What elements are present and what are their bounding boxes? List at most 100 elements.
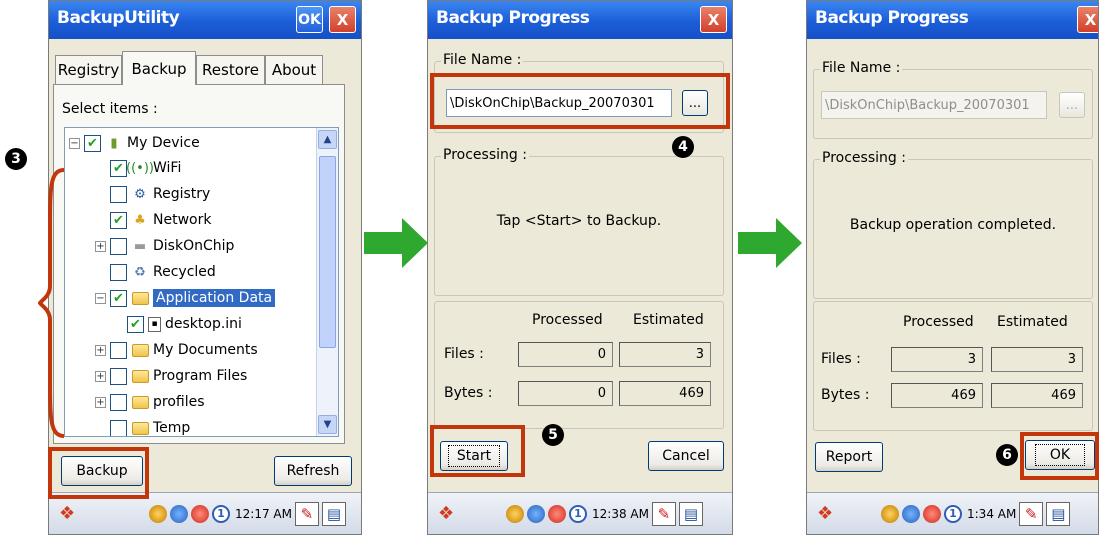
checkbox-checked[interactable]: ✔ bbox=[110, 211, 127, 229]
ok-title-button[interactable]: OK bbox=[296, 6, 323, 33]
input-panel-icon[interactable]: ✎ bbox=[1019, 502, 1044, 526]
tree-item[interactable]: ♻ Recycled bbox=[110, 259, 216, 285]
title-bar: Backup Progress X bbox=[807, 1, 1098, 39]
tree-item-label: My Documents bbox=[153, 342, 258, 358]
tree-item-label: Registry bbox=[153, 186, 211, 202]
close-button[interactable]: X bbox=[329, 6, 356, 33]
tab-about[interactable]: About bbox=[265, 55, 323, 84]
connection-icon[interactable] bbox=[902, 505, 920, 523]
notification-icon[interactable]: 1 bbox=[944, 505, 962, 523]
close-button[interactable]: X bbox=[1077, 6, 1098, 33]
backup-button-highlight bbox=[48, 447, 149, 499]
files-label: Files : bbox=[821, 351, 861, 367]
file-name-input: \DiskOnChip\Backup_20070301 bbox=[821, 91, 1047, 119]
tree-scrollbar[interactable]: ▲ ▼ bbox=[316, 128, 338, 436]
browse-button: ... bbox=[1059, 92, 1085, 118]
expand-icon[interactable]: + bbox=[95, 240, 106, 252]
tab-restore[interactable]: Restore bbox=[196, 55, 265, 84]
tree-item-label: WiFi bbox=[153, 160, 182, 176]
tree-item[interactable]: ⚙ Registry bbox=[110, 181, 210, 207]
clock[interactable]: 1:34 AM bbox=[967, 507, 1016, 521]
scroll-thumb[interactable] bbox=[319, 156, 336, 348]
tree-item[interactable]: + profiles bbox=[95, 389, 205, 415]
collapse-icon[interactable]: − bbox=[69, 137, 80, 149]
scroll-up-icon[interactable]: ▲ bbox=[318, 130, 337, 149]
start-icon[interactable]: ❖ bbox=[438, 503, 454, 524]
tree-item[interactable]: ✔ ▪ desktop.ini bbox=[127, 311, 242, 337]
step-6-marker: 6 bbox=[996, 444, 1018, 466]
status-icon[interactable] bbox=[191, 505, 209, 523]
start-icon[interactable]: ❖ bbox=[59, 503, 75, 524]
folder-icon bbox=[131, 420, 149, 436]
tab-backup[interactable]: Backup bbox=[122, 51, 196, 85]
tree-item[interactable]: ✔ ((•)) WiFi bbox=[110, 155, 181, 181]
folder-icon bbox=[131, 290, 149, 306]
connection-icon[interactable] bbox=[170, 505, 188, 523]
files-processed-value: 3 bbox=[891, 347, 983, 372]
tree-item-label: desktop.ini bbox=[165, 316, 242, 332]
tree-item-label: DiskOnChip bbox=[153, 238, 235, 254]
power-icon[interactable] bbox=[881, 505, 899, 523]
status-icon[interactable] bbox=[923, 505, 941, 523]
checkbox[interactable] bbox=[110, 263, 127, 281]
select-items-label: Select items : bbox=[62, 101, 158, 117]
clock[interactable]: 12:38 AM bbox=[592, 507, 649, 521]
tree-item-label: Network bbox=[153, 212, 212, 228]
connection-icon[interactable] bbox=[527, 505, 545, 523]
tree-item-label: profiles bbox=[153, 394, 205, 410]
tree-item[interactable]: ✔ ♣ Network bbox=[110, 207, 211, 233]
tree-item[interactable]: − ✔ ▮ My Device bbox=[69, 130, 200, 156]
file-name-label: File Name : bbox=[441, 52, 524, 68]
expand-icon[interactable]: + bbox=[95, 344, 106, 356]
notification-icon[interactable]: 1 bbox=[212, 505, 230, 523]
cancel-button[interactable]: Cancel bbox=[648, 441, 724, 471]
disk-icon: ▬ bbox=[133, 238, 147, 254]
desktop-icon[interactable]: ▤ bbox=[1046, 502, 1071, 526]
tree-item[interactable]: + ▬ DiskOnChip bbox=[95, 233, 234, 259]
power-icon[interactable] bbox=[506, 505, 524, 523]
checkbox-checked[interactable]: ✔ bbox=[84, 134, 101, 152]
power-icon[interactable] bbox=[149, 505, 167, 523]
item-tree[interactable]: − ✔ ▮ My Device ✔ ((•)) WiFi ⚙ Registry … bbox=[64, 127, 339, 437]
tree-item[interactable]: Temp bbox=[110, 415, 190, 436]
file-name-highlight bbox=[430, 73, 730, 129]
clock[interactable]: 12:17 AM bbox=[235, 507, 292, 521]
tab-registry[interactable]: Registry bbox=[55, 55, 122, 84]
checkbox[interactable] bbox=[110, 393, 127, 411]
desktop-icon[interactable]: ▤ bbox=[321, 502, 346, 526]
report-button[interactable]: Report bbox=[815, 442, 883, 472]
close-button[interactable]: X bbox=[700, 6, 727, 33]
tree-item-label: Recycled bbox=[153, 264, 216, 280]
tree-item-label: Application Data bbox=[153, 289, 276, 307]
notification-icon[interactable]: 1 bbox=[569, 505, 587, 523]
files-label: Files : bbox=[444, 346, 484, 362]
checkbox-checked[interactable]: ✔ bbox=[110, 159, 127, 177]
tree-item[interactable]: + My Documents bbox=[95, 337, 258, 363]
checkbox-checked[interactable]: ✔ bbox=[127, 315, 144, 333]
collapse-icon[interactable]: − bbox=[95, 292, 106, 304]
checkbox-checked[interactable]: ✔ bbox=[110, 289, 127, 307]
expand-icon[interactable]: + bbox=[95, 370, 106, 382]
expand-icon[interactable]: + bbox=[95, 396, 106, 408]
start-icon[interactable]: ❖ bbox=[817, 503, 833, 524]
input-panel-icon[interactable]: ✎ bbox=[651, 502, 676, 526]
checkbox[interactable] bbox=[110, 367, 127, 385]
scroll-down-icon[interactable]: ▼ bbox=[318, 415, 337, 434]
step-4-marker: 4 bbox=[672, 136, 694, 158]
files-estimated-value: 3 bbox=[619, 342, 711, 367]
tree-item[interactable]: − ✔ Application Data bbox=[95, 285, 276, 311]
refresh-button[interactable]: Refresh bbox=[274, 456, 352, 486]
checkbox[interactable] bbox=[110, 341, 127, 359]
tree-item[interactable]: + Program Files bbox=[95, 363, 247, 389]
checkbox[interactable] bbox=[110, 419, 127, 436]
desktop-icon[interactable]: ▤ bbox=[678, 502, 703, 526]
checkbox[interactable] bbox=[110, 185, 127, 203]
processing-label: Processing : bbox=[441, 147, 529, 163]
system-tray: 1 12:17 AM ✎ ▤ bbox=[149, 502, 346, 526]
start-button-highlight bbox=[430, 425, 525, 477]
taskbar: ❖ 1 1:34 AM ✎ ▤ bbox=[807, 492, 1098, 534]
checkbox[interactable] bbox=[110, 237, 127, 255]
status-icon[interactable] bbox=[548, 505, 566, 523]
input-panel-icon[interactable]: ✎ bbox=[294, 502, 319, 526]
processed-header: Processed bbox=[903, 314, 974, 330]
